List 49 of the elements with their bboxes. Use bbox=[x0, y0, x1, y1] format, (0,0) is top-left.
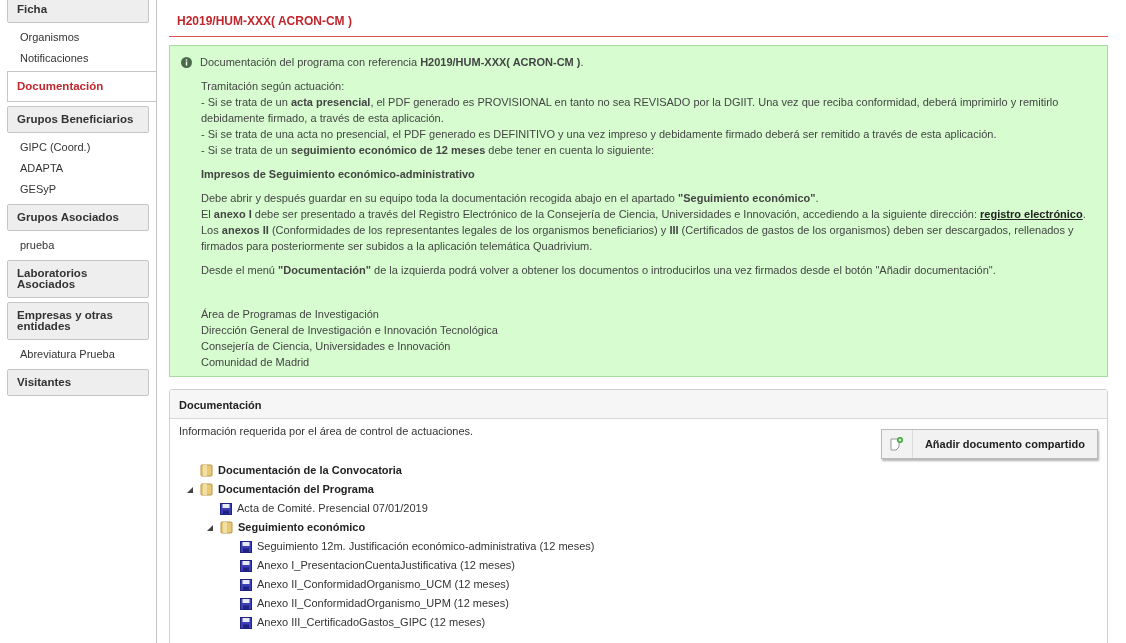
page-title: H2019/HUM-XXX( ACRON-CM ) bbox=[177, 14, 352, 28]
document-link[interactable]: Anexo II_ConformidadOrganismo_UPM (12 meses) bbox=[257, 595, 509, 612]
info-paragraph: Los anexos II (Conformidades de los representantes legales de los organismos beneficiarios) y III (Certificados de gastos de los organismos) deben ser descargados, rellenados y firmados para posteriormente ser subidos a la aplicación telemática Quadrivium. bbox=[201, 223, 1075, 254]
folder-label[interactable]: Seguimiento económico bbox=[238, 519, 366, 536]
sidebar-link[interactable]: GESyP bbox=[20, 179, 156, 201]
sidebar-section-header[interactable]: Laboratorios Asociados bbox=[7, 260, 149, 299]
sidebar-link[interactable]: Abreviatura Prueba bbox=[20, 344, 156, 366]
sidebar-section-header[interactable]: Grupos Beneficiarios bbox=[7, 106, 149, 134]
panel-title: Documentación bbox=[179, 399, 262, 411]
folder-label[interactable]: Documentación del Programa bbox=[218, 481, 374, 498]
sidebar-link[interactable]: ADAPTA bbox=[20, 158, 156, 180]
signature-line: Dirección General de Investigación e Innovación Tecnológica bbox=[201, 323, 499, 338]
folder-label[interactable]: Documentación de la Convocatoria bbox=[218, 462, 402, 479]
signature-line: Comunidad de Madrid bbox=[201, 355, 311, 370]
sidebar-link[interactable]: GIPC (Coord.) bbox=[20, 137, 156, 159]
sidebar-section-header[interactable]: Empresas y otras entidades bbox=[7, 302, 149, 341]
document-link[interactable]: Acta de Comité. Presencial 07/01/2019 bbox=[237, 500, 428, 517]
info-heading: Impresos de Seguimiento económico-administrativo bbox=[201, 167, 476, 182]
sidebar-tab[interactable]: Documentación bbox=[7, 71, 156, 103]
info-paragraph: - Si se trata de una acta no presencial, el PDF generado es DEFINITIVO y una vez impreso y debidamente firmado deberá ser remitido a través de esta aplicación. bbox=[201, 127, 998, 142]
info-icon bbox=[181, 56, 192, 68]
document-link[interactable]: Seguimiento 12m. Justificación económico-administrativa (12 meses) bbox=[257, 538, 595, 555]
sidebar-section-header[interactable]: Grupos Asociados bbox=[7, 204, 149, 232]
expanded-triangle-icon[interactable] bbox=[187, 486, 193, 493]
signature-line: Consejería de Ciencia, Universidades e Innovación bbox=[201, 339, 452, 354]
folder-icon bbox=[200, 483, 213, 496]
sidebar-section-header[interactable]: Visitantes bbox=[7, 369, 149, 397]
folder-icon bbox=[220, 521, 233, 534]
document-link[interactable]: Anexo III_CertificadoGastos_GIPC (12 meses) bbox=[257, 614, 486, 631]
add-document-icon bbox=[889, 437, 904, 451]
sidebar-section-header[interactable]: Ficha bbox=[7, 0, 149, 23]
sidebar-link[interactable]: Organismos bbox=[20, 27, 156, 48]
info-paragraph: Tramitación según actuación: bbox=[201, 79, 346, 94]
document-link[interactable]: Anexo II_ConformidadOrganismo_UCM (12 meses) bbox=[257, 576, 510, 593]
info-paragraph: - Si se trata de un acta presencial, el PDF generado es PROVISIONAL en tanto no sea REVISADO por la DGIIT. Una vez que reciba conformidad, deberá imprimirlo y remitirlo debidamente firmado, a través de esta aplicación. bbox=[201, 95, 1060, 126]
info-intro: Documentación del programa con referencia H2019/HUM-XXX( ACRON-CM ). bbox=[200, 55, 584, 70]
info-paragraph: Desde el menú "Documentación" de la izquierda podrá volver a obtener los documentos o introducirlos una vez firmados desde el botón "Añadir documentación". bbox=[201, 263, 997, 278]
sidebar-link[interactable]: prueba bbox=[20, 235, 156, 257]
panel-description: Información requerida por el área de control de actuaciones. bbox=[179, 424, 474, 439]
info-paragraph: Debe abrir y después guardar en su equipo toda la documentación recogida abajo en el apartado "Seguimiento económico". bbox=[201, 191, 820, 206]
document-link[interactable]: Anexo I_PresentacionCuentaJustificativa (12 meses) bbox=[257, 557, 516, 574]
info-paragraph: El anexo I debe ser presentado a través del Registro Electrónico de la Consejería de Ciencia, Universidades e Innovación, accediendo a la siguiente dirección: registro electrónico. bbox=[201, 207, 1087, 222]
sidebar-link[interactable]: Notificaciones bbox=[20, 48, 156, 69]
signature-line: Área de Programas de Investigación bbox=[201, 307, 380, 322]
folder-icon bbox=[200, 464, 213, 477]
registry-link[interactable]: registro electrónico bbox=[980, 208, 1083, 220]
info-paragraph: - Si se trata de un seguimiento económico de 12 meses debe tener en cuenta lo siguiente: bbox=[201, 143, 656, 158]
add-shared-document-button[interactable]: Añadir documento compartido bbox=[880, 429, 1098, 459]
expanded-triangle-icon[interactable] bbox=[207, 524, 213, 531]
